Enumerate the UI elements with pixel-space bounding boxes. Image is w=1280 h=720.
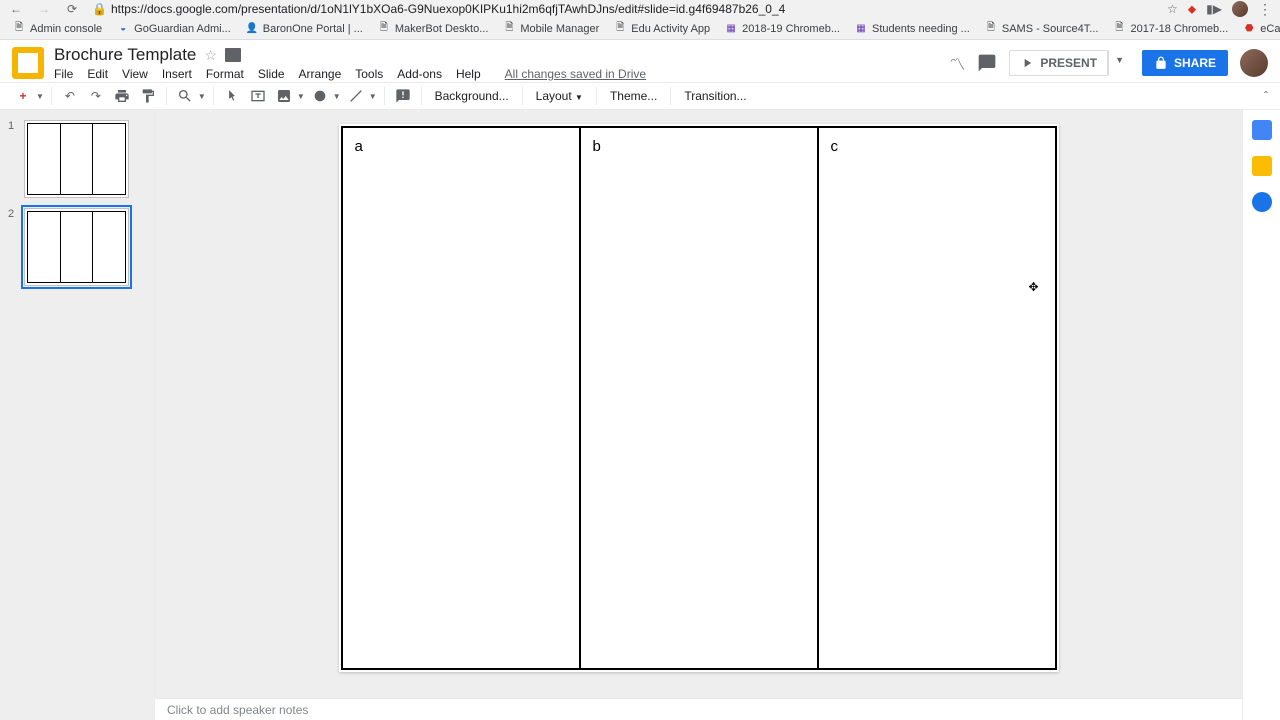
page-icon: 🗎 — [377, 22, 391, 36]
share-button[interactable]: SHARE — [1142, 50, 1228, 76]
bookmark-item[interactable]: 🗎Admin console — [8, 20, 106, 38]
menu-edit[interactable]: Edit — [87, 67, 108, 81]
move-to-folder-icon[interactable] — [225, 48, 241, 62]
lock-icon: 🔒 — [92, 2, 107, 16]
menu-bar: File Edit View Insert Format Slide Arran… — [54, 67, 949, 81]
bookmark-item[interactable]: ▦2018-19 Chromeb... — [720, 20, 844, 38]
bookmark-item[interactable]: 🗎MakerBot Deskto... — [373, 20, 493, 38]
image-tool[interactable] — [273, 85, 295, 107]
save-status[interactable]: All changes saved in Drive — [505, 67, 646, 81]
bookmark-item[interactable]: ◒GoGuardian Admi... — [112, 20, 235, 38]
canvas-area: a b c ✥ Click to add speaker notes — [155, 110, 1242, 720]
keep-icon[interactable] — [1252, 156, 1272, 176]
line-dropdown[interactable]: ▼ — [369, 92, 377, 101]
transition-button[interactable]: Transition... — [678, 86, 752, 106]
bookmark-item[interactable]: 👤BaronOne Portal | ... — [241, 20, 367, 38]
document-title[interactable]: Brochure Template — [54, 45, 196, 65]
menu-file[interactable]: File — [54, 67, 73, 81]
page-icon: 🗎 — [12, 22, 26, 36]
print-button[interactable] — [111, 85, 133, 107]
collapse-toolbar-icon[interactable]: ˆ — [1264, 89, 1268, 103]
brochure-panel-c[interactable]: c — [819, 128, 1055, 668]
page-icon: 🗎 — [502, 22, 516, 36]
thumb-number: 2 — [8, 208, 18, 286]
side-panel — [1242, 110, 1280, 720]
forward-button: → — [36, 2, 52, 16]
browser-profile-avatar[interactable] — [1232, 1, 1248, 17]
person-icon: 👤 — [245, 22, 259, 36]
slide-thumbnail-1[interactable] — [24, 120, 129, 198]
line-tool[interactable] — [345, 85, 367, 107]
zoom-button[interactable] — [174, 85, 196, 107]
layout-button[interactable]: Layout ▼ — [530, 86, 589, 106]
calendar-icon[interactable] — [1252, 120, 1272, 140]
image-dropdown[interactable]: ▼ — [297, 92, 305, 101]
bookmark-item[interactable]: 🗎Mobile Manager — [498, 20, 603, 38]
present-dropdown[interactable]: ▼ — [1108, 50, 1130, 76]
address-bar[interactable]: 🔒https://docs.google.com/presentation/d/… — [92, 2, 1155, 16]
slides-logo[interactable] — [12, 47, 44, 79]
bookmark-item[interactable]: 🗎2017-18 Chromeb... — [1108, 20, 1232, 38]
app-header: Brochure Template ☆ File Edit View Inser… — [0, 40, 1280, 82]
lock-icon — [1154, 56, 1168, 70]
slide-canvas[interactable]: a b c ✥ — [339, 124, 1059, 672]
shield-icon: ◒ — [116, 22, 130, 36]
page-icon: 🗎 — [984, 22, 998, 36]
present-button[interactable]: PRESENT — [1009, 50, 1108, 76]
extension-icon[interactable]: ⬥ — [1188, 2, 1196, 17]
shape-dropdown[interactable]: ▼ — [333, 92, 341, 101]
tasks-icon[interactable] — [1252, 192, 1272, 212]
new-slide-dropdown[interactable]: ▼ — [36, 92, 44, 101]
slide-thumbnail-2[interactable] — [24, 208, 129, 286]
shape-tool[interactable] — [309, 85, 331, 107]
brochure-panel-a[interactable]: a — [343, 128, 581, 668]
menu-view[interactable]: View — [122, 67, 148, 81]
menu-tools[interactable]: Tools — [355, 67, 383, 81]
star-icon[interactable]: ☆ — [1167, 2, 1178, 16]
menu-slide[interactable]: Slide — [258, 67, 285, 81]
paint-format-button[interactable] — [137, 85, 159, 107]
reload-button[interactable]: ⟳ — [64, 2, 80, 16]
browser-menu-icon[interactable]: ⋮ — [1258, 1, 1272, 18]
new-slide-button[interactable]: + — [12, 85, 34, 107]
menu-addons[interactable]: Add-ons — [397, 67, 442, 81]
undo-button[interactable]: ↶ — [59, 85, 81, 107]
user-avatar[interactable] — [1240, 49, 1268, 77]
bookmark-item[interactable]: ▦Students needing ... — [850, 20, 974, 38]
menu-arrange[interactable]: Arrange — [299, 67, 342, 81]
toolbar: + ▼ ↶ ↷ ▼ ▼ ▼ ▼ Background... Layout ▼ T… — [0, 82, 1280, 110]
sheet-icon: ▦ — [724, 22, 738, 36]
background-button[interactable]: Background... — [429, 86, 515, 106]
filmstrip: 1 2 — [0, 110, 155, 720]
thumb-number: 1 — [8, 120, 18, 198]
bookmark-item[interactable]: 🗎Edu Activity App — [609, 20, 714, 38]
back-button[interactable]: ← — [8, 2, 24, 16]
theme-button[interactable]: Theme... — [604, 86, 663, 106]
speaker-notes[interactable]: Click to add speaker notes — [155, 698, 1242, 720]
redo-button[interactable]: ↷ — [85, 85, 107, 107]
zoom-dropdown[interactable]: ▼ — [198, 92, 206, 101]
ecampus-icon: ⬣ — [1242, 22, 1256, 36]
menu-format[interactable]: Format — [206, 67, 244, 81]
bookmark-item[interactable]: 🗎SAMS - Source4T... — [980, 20, 1103, 38]
cast-icon[interactable]: ▮▶ — [1206, 2, 1222, 16]
menu-help[interactable]: Help — [456, 67, 481, 81]
star-icon[interactable]: ☆ — [204, 47, 217, 64]
menu-insert[interactable]: Insert — [162, 67, 192, 81]
play-icon — [1020, 56, 1034, 70]
browser-toolbar: ← → ⟳ 🔒https://docs.google.com/presentat… — [0, 0, 1280, 18]
page-icon: 🗎 — [1112, 22, 1126, 36]
page-icon: 🗎 — [613, 22, 627, 36]
sheet-icon: ▦ — [854, 22, 868, 36]
comments-icon[interactable] — [977, 53, 997, 73]
textbox-tool[interactable] — [247, 85, 269, 107]
brochure-panel-b[interactable]: b — [581, 128, 819, 668]
activity-icon[interactable]: 〽 — [949, 51, 965, 75]
select-tool[interactable] — [221, 85, 243, 107]
bookmarks-bar: 🗎Admin console ◒GoGuardian Admi... 👤Baro… — [0, 18, 1280, 40]
bookmark-item[interactable]: ⬣eCampus: Home — [1238, 20, 1280, 38]
main-area: 1 2 a b c ✥ Click to add speaker notes — [0, 110, 1280, 720]
comment-tool[interactable] — [392, 85, 414, 107]
